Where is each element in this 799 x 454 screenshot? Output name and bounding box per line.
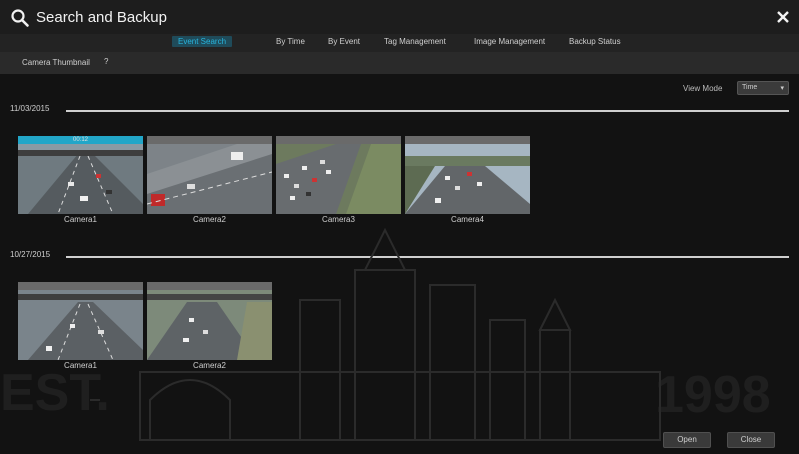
thumbnail-header: 00:12 <box>18 136 143 144</box>
thumbnail-frame <box>147 282 272 360</box>
highway-image <box>405 144 530 214</box>
tab-backup-status[interactable]: Backup Status <box>569 37 621 46</box>
thumbnail-frame <box>405 136 530 214</box>
tab-event-search[interactable]: Event Search <box>172 36 233 47</box>
date-label: 10/27/2015 <box>10 250 51 259</box>
camera-thumbnail[interactable]: Camera3 <box>276 136 401 230</box>
search-icon <box>11 9 29 27</box>
camera-label: Camera4 <box>451 215 484 224</box>
thumbnail-frame <box>147 136 272 214</box>
tab-image-management[interactable]: Image Management <box>474 37 545 46</box>
sub-toolbar: Camera Thumbnail ? <box>0 52 799 74</box>
date-group-header: 10/27/2015 <box>0 250 799 262</box>
camera-label: Camera3 <box>322 215 355 224</box>
open-button[interactable]: Open <box>663 432 711 448</box>
watermark-year: 1998 <box>655 366 771 424</box>
view-mode-select[interactable]: Time ▾ <box>737 81 789 95</box>
window-title: Search and Backup <box>36 9 167 26</box>
thumbnail-frame <box>18 282 143 360</box>
camera-label: Camera1 <box>64 215 97 224</box>
subtab-camera-thumbnail[interactable]: Camera Thumbnail <box>22 58 90 67</box>
camera-label: Camera2 <box>193 215 226 224</box>
date-group-header: 11/03/2015 <box>0 104 799 116</box>
thumbnail-header <box>276 136 401 144</box>
tab-by-event[interactable]: By Event <box>328 37 360 46</box>
thumbnail-header <box>405 136 530 144</box>
tab-tag-management[interactable]: Tag Management <box>384 37 446 46</box>
date-label: 11/03/2015 <box>10 104 50 113</box>
camera-thumbnail[interactable]: 00:12 Camera1 <box>18 136 143 230</box>
chevron-down-icon: ▾ <box>780 85 784 92</box>
highway-image <box>147 144 272 214</box>
highway-image <box>18 290 143 360</box>
close-icon[interactable] <box>773 7 793 27</box>
highway-image <box>18 144 143 214</box>
divider <box>66 110 789 112</box>
thumbnail-header <box>147 282 272 290</box>
highway-image <box>276 144 401 214</box>
divider <box>66 256 789 258</box>
view-mode-label: View Mode <box>683 84 723 93</box>
camera-thumbnail[interactable]: Camera2 <box>147 282 272 376</box>
tab-by-time[interactable]: By Time <box>276 37 305 46</box>
title-bar: Search and Backup <box>0 0 799 34</box>
thumbnail-header <box>18 282 143 290</box>
subtab-arrow[interactable]: ? <box>104 57 108 66</box>
thumbnail-header <box>147 136 272 144</box>
view-mode-value: Time <box>742 84 758 91</box>
thumbnail-frame <box>276 136 401 214</box>
main-tabs: Event Search By Time By Event Tag Manage… <box>0 34 799 52</box>
camera-label: Camera1 <box>64 361 97 370</box>
highway-image <box>147 290 272 360</box>
thumbnail-frame: 00:12 <box>18 136 143 214</box>
camera-thumbnail[interactable]: Camera1 <box>18 282 143 376</box>
camera-thumbnail[interactable]: Camera4 <box>405 136 530 230</box>
camera-thumbnail[interactable]: Camera2 <box>147 136 272 230</box>
close-button[interactable]: Close <box>727 432 775 448</box>
camera-label: Camera2 <box>193 361 226 370</box>
